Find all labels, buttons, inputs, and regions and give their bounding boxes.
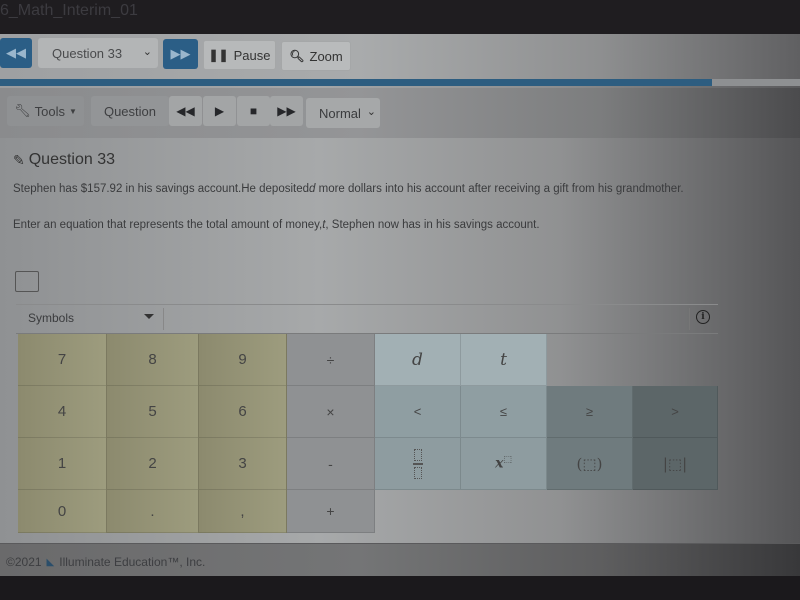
progress-bar	[0, 79, 800, 86]
prompt-1-text: Stephen has $157.92 in his savings accou…	[13, 183, 310, 195]
stop-audio-button[interactable]: ■	[237, 96, 270, 126]
key-0[interactable]: 0	[18, 490, 107, 533]
question-select-value: Question 33	[52, 45, 123, 61]
rewind-icon: ◀◀	[6, 45, 26, 60]
screen: 6_Math_Interim_01 ◀◀ Question 33 ⌄ ▶▶ ❚❚…	[0, 0, 800, 600]
caret-down-icon: ▼	[68, 106, 77, 116]
keypad-empty-area	[547, 334, 718, 386]
company-name: Illuminate Education™, Inc.	[59, 555, 206, 569]
prompt-2-text: Enter an equation that represents the to…	[13, 219, 323, 231]
question-select[interactable]: Question 33 ⌄	[38, 38, 158, 68]
navigation-bar: ◀◀ Question 33 ⌄ ▶▶ ❚❚ Pause 🔍︎ Zoom	[0, 34, 800, 82]
window-title: 6_Math_Interim_01	[0, 2, 138, 19]
copyright-year: ©2021	[6, 555, 42, 569]
search-icon: 🔍︎	[289, 49, 305, 63]
key-6[interactable]: 6	[199, 386, 287, 438]
question-label: Question	[103, 103, 157, 119]
key-divide[interactable]: ÷	[287, 334, 375, 386]
key-2[interactable]: 2	[107, 438, 199, 490]
key-greater-equal[interactable]: ≥	[547, 386, 633, 438]
tools-dropdown-button[interactable]: 🔧︎ Tools ▼	[7, 96, 84, 126]
key-less-equal[interactable]: ≤	[461, 386, 547, 438]
key-greater-than[interactable]: >	[633, 386, 718, 438]
key-fraction[interactable]	[375, 438, 461, 490]
screen-bezel	[0, 576, 800, 600]
key-add[interactable]: +	[287, 490, 375, 533]
symbols-dropdown[interactable]: Symbols	[28, 311, 74, 325]
key-subtract[interactable]: -	[287, 438, 375, 490]
fast-forward-icon: ▶▶	[170, 46, 191, 61]
key-5[interactable]: 5	[107, 386, 199, 438]
key-comma[interactable]: ,	[199, 490, 287, 533]
pause-button[interactable]: ❚❚ Pause	[203, 40, 276, 70]
pause-icon: ❚❚	[208, 48, 229, 62]
zoom-label: Zoom	[309, 48, 343, 64]
divider	[689, 308, 690, 330]
key-decimal[interactable]: .	[107, 490, 199, 533]
chevron-down-icon: ⌄	[366, 106, 376, 118]
previous-question-button[interactable]: ◀◀	[0, 38, 32, 68]
wrench-icon: 🔧︎	[14, 103, 31, 118]
key-8[interactable]: 8	[107, 334, 199, 386]
question-area: ✎ Question 33 Stephen has $157.92 in his…	[0, 138, 800, 543]
tools-label: Tools	[34, 103, 65, 119]
fast-forward-icon: ▶▶	[277, 104, 296, 118]
next-question-button[interactable]: ▶▶	[163, 39, 198, 69]
question-title: ✎ Question 33	[13, 151, 115, 169]
tool-bar: 🔧︎ Tools ▼ Question ◀◀ ▶ ■ ▶▶ Normal ⌄	[0, 88, 800, 138]
answer-input[interactable]	[15, 271, 39, 292]
info-icon[interactable]: i	[696, 310, 710, 324]
key-parentheses[interactable]: (⬚)	[547, 438, 633, 490]
question-button[interactable]: Question	[91, 96, 169, 126]
fast-forward-audio-button[interactable]: ▶▶	[270, 96, 303, 126]
play-icon: ▶	[214, 104, 225, 118]
window-title-bar: 6_Math_Interim_01	[0, 0, 800, 34]
key-variable-t[interactable]: t	[461, 334, 547, 386]
pencil-icon: ✎	[13, 151, 25, 168]
rewind-audio-button[interactable]: ◀◀	[169, 96, 202, 126]
key-exponent[interactable]: x⬚	[461, 438, 547, 490]
question-title-text: Question 33	[28, 151, 116, 168]
key-9[interactable]: 9	[199, 334, 287, 386]
key-multiply[interactable]: ×	[287, 386, 375, 438]
speed-select[interactable]: Normal ⌄	[306, 98, 380, 128]
speed-select-value: Normal	[319, 105, 361, 121]
footer-copyright: ©2021 ◣ Illuminate Education™, Inc.	[6, 555, 205, 569]
play-audio-button[interactable]: ▶	[203, 96, 236, 126]
rewind-icon: ◀◀	[176, 104, 195, 118]
pause-label: Pause	[233, 47, 271, 63]
key-less-than[interactable]: <	[375, 386, 461, 438]
stop-icon: ■	[249, 104, 258, 118]
zoom-button[interactable]: 🔍︎ Zoom	[281, 41, 351, 71]
key-absolute-value[interactable]: |⬚|	[633, 438, 718, 490]
caret-down-icon[interactable]	[144, 314, 154, 319]
chevron-down-icon: ⌄	[142, 46, 152, 58]
footer: ©2021 ◣ Illuminate Education™, Inc.	[0, 543, 800, 576]
divider	[163, 308, 164, 330]
symbols-bar: Symbols i	[16, 304, 718, 334]
key-1[interactable]: 1	[18, 438, 107, 490]
math-keypad: 7 8 9 ÷ d t 4 5 6 × < ≤ ≥ > 1 2 3 - x⬚ (…	[18, 334, 718, 544]
prompt-1-text-end: more dollars into his account after rece…	[315, 183, 684, 195]
question-prompt-2: Enter an equation that represents the to…	[13, 219, 540, 231]
exponent-icon: x⬚	[495, 455, 512, 472]
progress-bar-fill	[0, 79, 712, 86]
key-variable-d[interactable]: d	[375, 334, 461, 386]
fraction-icon	[412, 448, 423, 479]
key-3[interactable]: 3	[199, 438, 287, 490]
question-prompt-1: Stephen has $157.92 in his savings accou…	[13, 183, 684, 195]
key-7[interactable]: 7	[18, 334, 107, 386]
prompt-2-text-end: , Stephen now has in his savings account…	[325, 219, 540, 231]
key-4[interactable]: 4	[18, 386, 107, 438]
illuminate-logo-icon: ◣	[46, 556, 55, 568]
